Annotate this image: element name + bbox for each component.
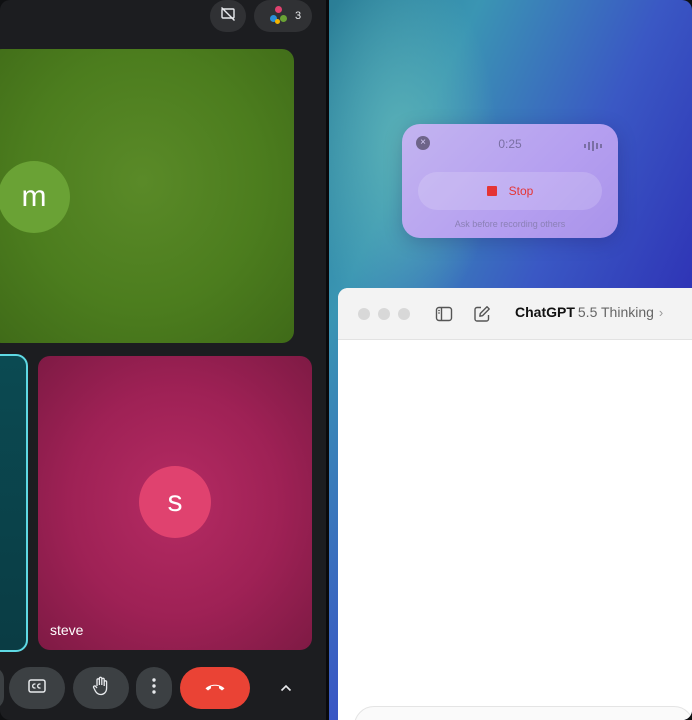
- chevron-right-icon: ›: [658, 305, 664, 320]
- message-composer[interactable]: [354, 706, 692, 720]
- end-call-button[interactable]: [180, 667, 250, 709]
- stop-recording-button[interactable]: Stop: [418, 172, 602, 210]
- more-options-button[interactable]: [136, 667, 172, 709]
- raise-hand-button[interactable]: [73, 667, 129, 709]
- chevron-up-icon: [280, 679, 292, 697]
- zoom-window-button[interactable]: [398, 308, 410, 320]
- presentation-button[interactable]: [210, 0, 246, 32]
- participant-name-label: steve: [50, 622, 84, 638]
- window-titlebar: ChatGPT 5.5 Thinking ›: [338, 288, 692, 340]
- raise-hand-icon: [92, 676, 110, 701]
- participant-tile-active[interactable]: [0, 354, 28, 652]
- model-name: 5.5 Thinking: [577, 304, 654, 320]
- compose-icon[interactable]: [472, 304, 492, 324]
- end-call-icon: [204, 679, 226, 697]
- stop-icon: [486, 186, 497, 196]
- people-button[interactable]: 3: [254, 0, 312, 32]
- waveform-icon: [584, 138, 602, 156]
- recording-panel: × 0:25 Stop Ask before recording others: [402, 124, 618, 238]
- screen: 3 m s steve × 0:25 Stop Ask before recor…: [0, 0, 692, 720]
- minimize-window-button[interactable]: [378, 308, 390, 320]
- meet-panel: 3 m s steve: [0, 0, 326, 720]
- participant-count: 3: [294, 10, 302, 22]
- captions-icon: [28, 678, 46, 698]
- close-window-button[interactable]: [358, 308, 370, 320]
- app-title: ChatGPT: [515, 304, 575, 320]
- avatar-s: s: [139, 466, 211, 538]
- stop-label: Stop: [508, 184, 534, 198]
- more-vert-icon: [152, 677, 156, 699]
- expand-button[interactable]: [266, 667, 306, 709]
- captions-button[interactable]: [9, 667, 65, 709]
- no-present-icon: [220, 6, 236, 27]
- split-divider[interactable]: [326, 0, 329, 720]
- chatgpt-window: ChatGPT 5.5 Thinking ›: [338, 288, 692, 720]
- people-icon: [269, 6, 289, 26]
- avatar-m: m: [0, 161, 70, 233]
- sidebar-toggle-icon[interactable]: [434, 304, 454, 324]
- control-button-left[interactable]: [0, 667, 4, 709]
- chat-body: [338, 340, 692, 720]
- model-selector[interactable]: ChatGPT 5.5 Thinking ›: [515, 304, 663, 320]
- recording-note: Ask before recording others: [454, 219, 566, 229]
